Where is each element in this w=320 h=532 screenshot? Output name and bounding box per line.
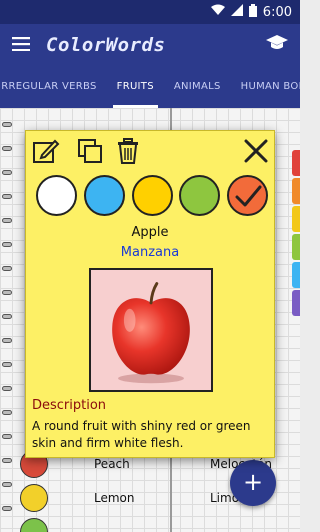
- swatch-white[interactable]: [36, 175, 77, 216]
- tab-human-body[interactable]: HUMAN BODY: [231, 66, 300, 108]
- signal-icon: [230, 4, 243, 20]
- card-toolbar: [26, 131, 274, 171]
- description-title: Description: [32, 398, 107, 413]
- wifi-icon: [210, 4, 225, 20]
- edit-icon[interactable]: [32, 137, 60, 165]
- add-word-button[interactable]: +: [230, 460, 276, 506]
- list-item[interactable]: [20, 516, 300, 532]
- tab-irregular-verbs[interactable]: IRREGULAR VERBS: [0, 66, 107, 108]
- check-icon: [235, 185, 262, 207]
- trash-icon[interactable]: [114, 137, 142, 165]
- copy-icon[interactable]: [76, 137, 104, 165]
- graduation-cap-icon[interactable]: [266, 35, 288, 55]
- tab-fruits[interactable]: FRUITS: [107, 66, 164, 108]
- lemon-thumbnail: [20, 484, 48, 512]
- swatch-blue[interactable]: [83, 175, 125, 216]
- list-item-english: Lemon: [94, 491, 135, 505]
- list-item-english: Peach: [94, 457, 130, 471]
- description-text: A round fruit with shiny red or green sk…: [32, 419, 251, 450]
- app-bar: ColorWords: [0, 24, 300, 66]
- category-tabs: IRREGULAR VERBS FRUITS ANIMALS HUMAN BOD…: [0, 66, 300, 108]
- battery-icon: [248, 3, 257, 21]
- word-photo: [89, 268, 213, 392]
- fruit-thumbnail: [20, 518, 48, 532]
- app-title: ColorWords: [46, 34, 166, 56]
- status-bar: 6:00: [0, 0, 300, 24]
- card-english-word: Apple: [131, 225, 169, 240]
- swatch-orange[interactable]: [227, 175, 268, 216]
- menu-icon[interactable]: [12, 36, 30, 55]
- color-swatches: [36, 175, 268, 219]
- card-translation: Manzana: [120, 245, 180, 260]
- swatch-green[interactable]: [179, 175, 221, 216]
- word-card-dialog: Apple Manzana Description A round fruit …: [25, 130, 275, 458]
- swatch-yellow[interactable]: [131, 175, 173, 216]
- tab-animals[interactable]: ANIMALS: [164, 66, 231, 108]
- status-time: 6:00: [262, 4, 292, 20]
- notebook-spiral: [0, 108, 14, 532]
- notebook-edge-tabs: [292, 150, 300, 318]
- close-icon[interactable]: [242, 137, 270, 165]
- apple-image: [91, 270, 211, 390]
